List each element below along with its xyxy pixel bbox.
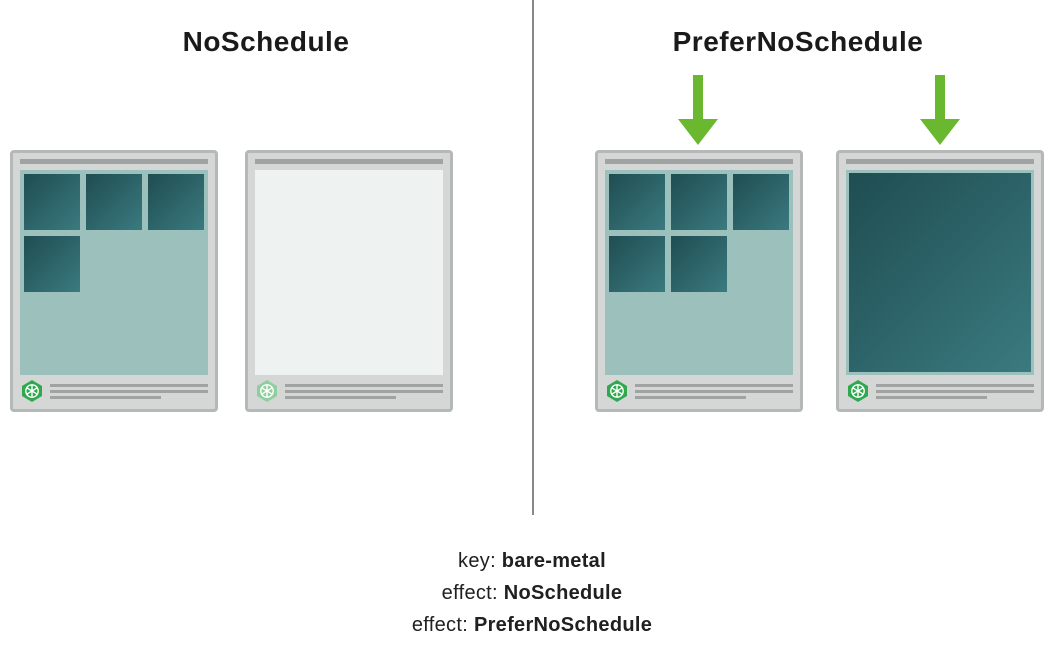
param-value: bare-metal <box>502 550 606 572</box>
node-footer-lines <box>635 384 793 399</box>
node-content <box>605 170 793 375</box>
pod <box>24 174 80 230</box>
param-label: effect <box>442 582 492 604</box>
node-footer <box>255 379 443 403</box>
pod <box>671 174 727 230</box>
node-footer <box>605 379 793 403</box>
param-line-effect-2: effect: PreferNoSchedule <box>0 609 1064 641</box>
pod <box>24 236 80 292</box>
param-value: PreferNoSchedule <box>474 614 652 636</box>
kubernetes-icon <box>20 379 44 403</box>
node-footer <box>846 379 1034 403</box>
node-titlebar <box>846 159 1034 164</box>
pod <box>733 174 789 230</box>
node-right-small-pods <box>595 150 803 412</box>
param-label: effect <box>412 614 462 636</box>
node-content <box>20 170 208 375</box>
node-titlebar <box>20 159 208 164</box>
pod <box>609 236 665 292</box>
node-footer-lines <box>876 384 1034 399</box>
pod <box>148 174 204 230</box>
heading-noschedule: NoSchedule <box>0 26 532 58</box>
pod-large <box>849 173 1031 372</box>
param-value: NoSchedule <box>504 582 623 604</box>
pod <box>609 174 665 230</box>
node-left-tainted-empty <box>245 150 453 412</box>
node-titlebar <box>605 159 793 164</box>
heading-prefernoschedule: PreferNoSchedule <box>532 26 1064 58</box>
node-right-big-pod <box>836 150 1044 412</box>
param-line-key: key: bare-metal <box>0 545 1064 577</box>
kubernetes-icon <box>846 379 870 403</box>
node-content <box>255 170 443 375</box>
node-content <box>846 170 1034 375</box>
nodes-row <box>0 150 1064 470</box>
param-label: key <box>458 550 490 572</box>
node-footer-lines <box>50 384 208 399</box>
pod <box>86 174 142 230</box>
param-line-effect-1: effect: NoSchedule <box>0 577 1064 609</box>
pod <box>671 236 727 292</box>
kubernetes-icon <box>255 379 279 403</box>
node-footer <box>20 379 208 403</box>
arrow-down-icon <box>920 75 960 145</box>
node-footer-lines <box>285 384 443 399</box>
kubernetes-icon <box>605 379 629 403</box>
arrow-down-icon <box>678 75 718 145</box>
node-titlebar <box>255 159 443 164</box>
node-left-active <box>10 150 218 412</box>
arrows-row <box>0 75 1064 150</box>
taint-params: key: bare-metal effect: NoSchedule effec… <box>0 545 1064 641</box>
